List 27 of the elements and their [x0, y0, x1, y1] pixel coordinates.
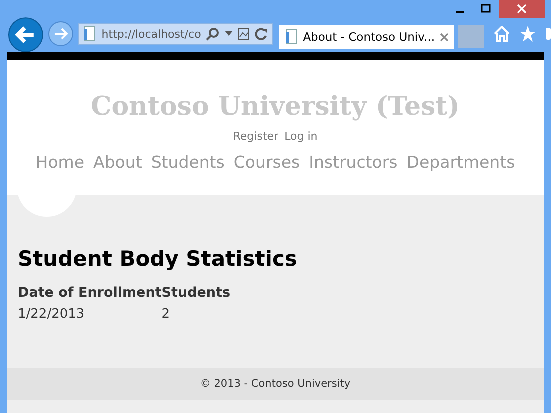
nav-link[interactable]: Students [151, 153, 225, 172]
nav-link[interactable]: Home [36, 153, 85, 172]
nav-link[interactable]: About [94, 153, 142, 172]
back-icon[interactable] [8, 17, 44, 53]
caret-icon[interactable] [225, 31, 234, 37]
search-icon[interactable] [206, 27, 220, 41]
nav-link[interactable]: Departments [406, 153, 516, 172]
star-icon[interactable] [520, 26, 536, 42]
nav-link[interactable]: Courses [234, 153, 300, 172]
page-icon [82, 26, 97, 42]
close-icon[interactable] [440, 32, 448, 42]
forward-icon[interactable] [48, 21, 74, 47]
address-field[interactable]: http://localhost/co [78, 23, 274, 45]
column-header: Students [162, 285, 230, 301]
nav-link[interactable]: Instructors [309, 153, 398, 172]
column-header: Date of Enrollment [18, 285, 162, 301]
refresh-icon[interactable] [255, 28, 268, 40]
table-cell-text: 1/22/2013 [18, 306, 86, 322]
page-icon [285, 29, 298, 45]
page-icon[interactable] [238, 28, 250, 40]
close-icon[interactable] [499, 0, 545, 18]
page-heading: Student Body Statistics [18, 247, 298, 271]
footer-text: © 2013 - Contoso University [200, 378, 351, 390]
account-link[interactable]: Log in [284, 130, 318, 143]
browser-tab[interactable]: About - Contoso Univ... [279, 25, 454, 49]
table-cell-text: 2 [162, 306, 172, 322]
account-link[interactable]: Register [233, 130, 279, 143]
